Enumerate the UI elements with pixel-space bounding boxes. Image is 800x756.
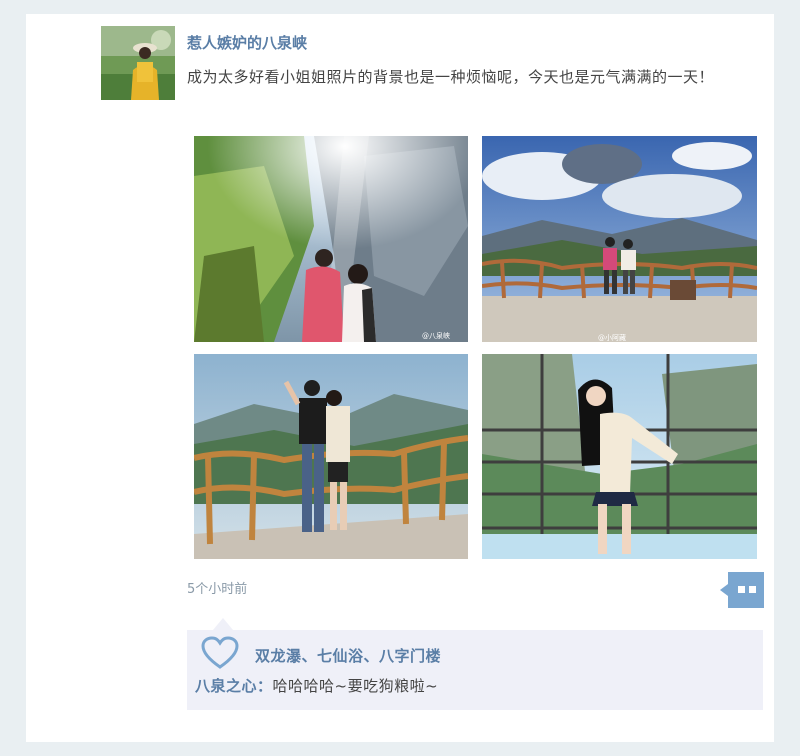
comment-text: 哈哈哈哈~要吃狗粮啦~: [272, 677, 439, 695]
cliff-sunlight-couple-photo[interactable]: @八泉峡: [194, 136, 468, 342]
avatar[interactable]: [101, 26, 175, 100]
comment-item: 八泉之心：哈哈哈哈~要吃狗粮啦~: [195, 675, 438, 696]
moment-card: 惹人嫉妒的八泉峡 成为太多好看小姐姐照片的背景也是一种烦恼呢，今天也是元气满满的…: [26, 14, 774, 742]
photo-watermark: @小阿藏: [598, 333, 626, 342]
comment-author[interactable]: 八泉之心：: [195, 677, 273, 695]
glass-walkway-girl-photo[interactable]: [482, 354, 757, 559]
panel-notch: [213, 618, 233, 630]
viewing-platform-couple-photo[interactable]: @小阿藏: [482, 136, 757, 342]
author-name[interactable]: 惹人嫉妒的八泉峡: [187, 32, 307, 53]
post-text: 成为太多好看小姐姐照片的背景也是一种烦恼呢，今天也是元气满满的一天！: [187, 68, 715, 86]
likers-list[interactable]: 双龙瀑、七仙浴、八字门楼: [255, 645, 441, 666]
comment-dots-icon: [720, 572, 764, 608]
heart-icon: [201, 636, 239, 670]
photo-watermark: @八泉峡: [422, 331, 450, 340]
railing-couple-photo[interactable]: [194, 354, 468, 559]
post-timestamp: 5个小时前: [187, 582, 248, 597]
likes-comments-panel: 双龙瀑、七仙浴、八字门楼 八泉之心：哈哈哈哈~要吃狗粮啦~: [187, 630, 763, 710]
comment-button[interactable]: [720, 572, 764, 608]
